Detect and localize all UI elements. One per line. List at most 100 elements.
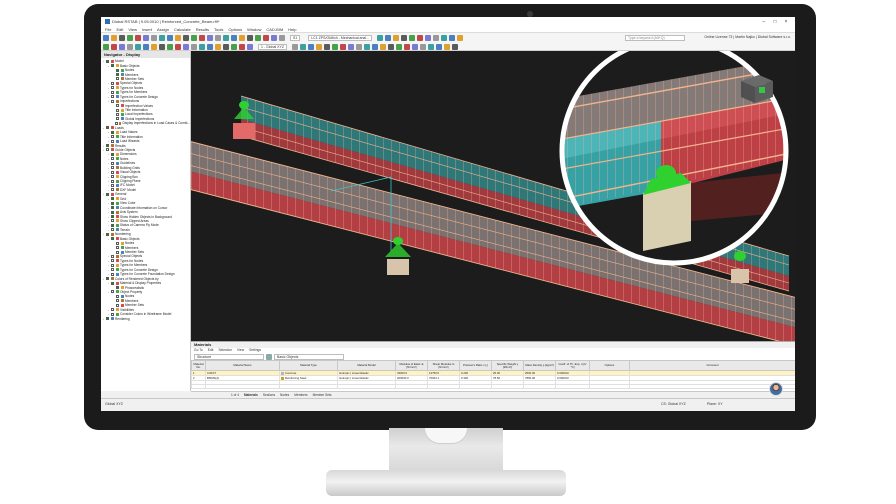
visibility-checkbox[interactable] bbox=[116, 294, 119, 298]
visibility-checkbox[interactable] bbox=[116, 303, 119, 307]
visibility-checkbox[interactable] bbox=[111, 64, 114, 68]
table-row[interactable] bbox=[191, 384, 795, 390]
toolbar-view-icon[interactable] bbox=[451, 44, 458, 50]
toolbar-view-icon[interactable] bbox=[143, 44, 149, 50]
column-header[interactable]: Specific Weight γ [kN/m³] bbox=[491, 360, 524, 371]
tab-member-sets[interactable]: Member Sets bbox=[313, 393, 332, 397]
toolbar-tool-icon[interactable] bbox=[119, 35, 125, 41]
visibility-checkbox[interactable] bbox=[106, 144, 109, 148]
pager[interactable]: 1 of 4 bbox=[231, 393, 239, 397]
visibility-checkbox[interactable] bbox=[116, 299, 119, 303]
toolbar-view-icon[interactable] bbox=[127, 44, 133, 50]
toolbar-view-icon[interactable] bbox=[443, 44, 450, 50]
visibility-checkbox[interactable] bbox=[111, 139, 114, 143]
3d-viewport[interactable] bbox=[191, 51, 795, 341]
visibility-checkbox[interactable] bbox=[111, 175, 114, 179]
visibility-checkbox[interactable] bbox=[111, 81, 114, 85]
toolbar-tool-icon[interactable] bbox=[175, 35, 181, 41]
visibility-checkbox[interactable] bbox=[111, 166, 114, 170]
toolbar-tool-icon[interactable] bbox=[449, 35, 456, 41]
toolbar-tool-icon[interactable] bbox=[271, 35, 277, 41]
toolbar-view-icon[interactable] bbox=[331, 44, 338, 50]
menu-item-view[interactable]: View bbox=[128, 27, 137, 32]
toolbar-tool-icon[interactable] bbox=[207, 35, 213, 41]
visibility-checkbox[interactable] bbox=[111, 259, 114, 263]
column-header[interactable]: Material Model bbox=[337, 360, 396, 371]
visibility-checkbox[interactable] bbox=[116, 104, 119, 108]
column-header[interactable]: Material Name bbox=[205, 360, 280, 371]
menu-item-tools[interactable]: Tools bbox=[214, 27, 223, 32]
visibility-checkbox[interactable] bbox=[111, 183, 114, 187]
visibility-checkbox[interactable] bbox=[116, 241, 119, 245]
toolbar-view-icon[interactable] bbox=[191, 44, 197, 50]
toolbar-view-icon[interactable] bbox=[419, 44, 426, 50]
visibility-checkbox[interactable] bbox=[111, 268, 114, 272]
toolbar-view-icon[interactable] bbox=[151, 44, 157, 50]
visibility-checkbox[interactable] bbox=[111, 210, 114, 214]
materials-menu-selection[interactable]: Selection bbox=[218, 348, 232, 353]
menu-item-window[interactable]: Window bbox=[247, 27, 261, 32]
visibility-checkbox[interactable] bbox=[111, 90, 114, 94]
visibility-checkbox[interactable] bbox=[106, 317, 109, 321]
toolbar-tool-icon[interactable] bbox=[393, 35, 400, 41]
toolbar-tool-icon[interactable] bbox=[135, 35, 141, 41]
visibility-checkbox[interactable] bbox=[116, 286, 119, 290]
visibility-checkbox[interactable] bbox=[111, 99, 114, 103]
table-cell-g[interactable] bbox=[427, 384, 460, 390]
toolbar-tool-icon[interactable] bbox=[231, 35, 237, 41]
toolbar-tool-icon[interactable] bbox=[103, 35, 109, 41]
column-header[interactable]: Mass Density ρ [kg/m³] bbox=[523, 360, 556, 371]
toolbar-tool-icon[interactable] bbox=[191, 35, 197, 41]
toolbar-view-icon[interactable] bbox=[395, 44, 402, 50]
tab-sections[interactable]: Sections bbox=[263, 393, 275, 397]
menu-item-options[interactable]: Options bbox=[228, 27, 242, 32]
visibility-checkbox[interactable] bbox=[116, 73, 119, 77]
object-group-select[interactable]: Basic Objects bbox=[274, 353, 344, 360]
toolbar-view-icon[interactable] bbox=[339, 44, 346, 50]
menu-item-results[interactable]: Results bbox=[196, 27, 209, 32]
materials-menu-go-to[interactable]: Go To bbox=[194, 348, 203, 353]
toolbar-tool-icon[interactable] bbox=[151, 35, 157, 41]
toolbar-view-icon[interactable] bbox=[299, 44, 306, 50]
toolbar-view-icon[interactable] bbox=[371, 44, 378, 50]
toolbar-tool-icon[interactable] bbox=[223, 35, 229, 41]
toolbar-view-icon[interactable] bbox=[119, 44, 125, 50]
toolbar-tool-icon[interactable] bbox=[279, 35, 285, 41]
toolbar-view-icon[interactable] bbox=[347, 44, 354, 50]
toolbar-tool-icon[interactable] bbox=[433, 35, 440, 41]
minimize-button[interactable]: – bbox=[759, 19, 769, 25]
table-cell-alpha[interactable] bbox=[555, 384, 590, 390]
toolbar-tool-icon[interactable] bbox=[255, 35, 261, 41]
close-button[interactable]: × bbox=[781, 19, 791, 25]
toolbar-view-icon[interactable] bbox=[247, 44, 253, 50]
visibility-checkbox[interactable] bbox=[111, 312, 114, 316]
visibility-checkbox[interactable] bbox=[111, 219, 114, 223]
visibility-checkbox[interactable] bbox=[111, 201, 114, 205]
toolbar-view-icon[interactable] bbox=[315, 44, 322, 50]
column-header[interactable]: Comment bbox=[629, 360, 795, 371]
visibility-checkbox[interactable] bbox=[111, 308, 114, 312]
menu-item-calculate[interactable]: Calculate bbox=[174, 27, 191, 32]
menu-item-help[interactable]: Help bbox=[288, 27, 296, 32]
workplane-select[interactable]: Global XYZ bbox=[105, 402, 123, 406]
toolbar-tool-icon[interactable] bbox=[159, 35, 165, 41]
menu-item-file[interactable]: File bbox=[105, 27, 111, 32]
toolbar-view-icon[interactable] bbox=[355, 44, 362, 50]
table-cell-name[interactable] bbox=[205, 384, 280, 390]
visibility-checkbox[interactable] bbox=[116, 68, 119, 72]
toolbar-view-icon[interactable] bbox=[239, 44, 245, 50]
toolbar-view-icon[interactable] bbox=[291, 44, 298, 50]
toolbar-tool-icon[interactable] bbox=[215, 35, 221, 41]
visibility-checkbox[interactable] bbox=[106, 232, 109, 236]
materials-menu-edit[interactable]: Edit bbox=[208, 348, 214, 353]
toolbar-tool-icon[interactable] bbox=[183, 35, 189, 41]
toolbar-tool-icon[interactable] bbox=[239, 35, 245, 41]
toolbar-view-icon[interactable] bbox=[223, 44, 229, 50]
table-cell-type[interactable] bbox=[279, 384, 338, 390]
tab-members[interactable]: Members bbox=[294, 393, 307, 397]
column-header[interactable]: Poisson's Ratio ν [-] bbox=[459, 360, 492, 371]
materials-menu-view[interactable]: View bbox=[237, 348, 244, 353]
column-header[interactable]: Coeff. of Th. Exp. α [1/°C] bbox=[555, 360, 590, 371]
toolbar-view-icon[interactable] bbox=[167, 44, 173, 50]
table-cell-nu[interactable] bbox=[459, 384, 492, 390]
